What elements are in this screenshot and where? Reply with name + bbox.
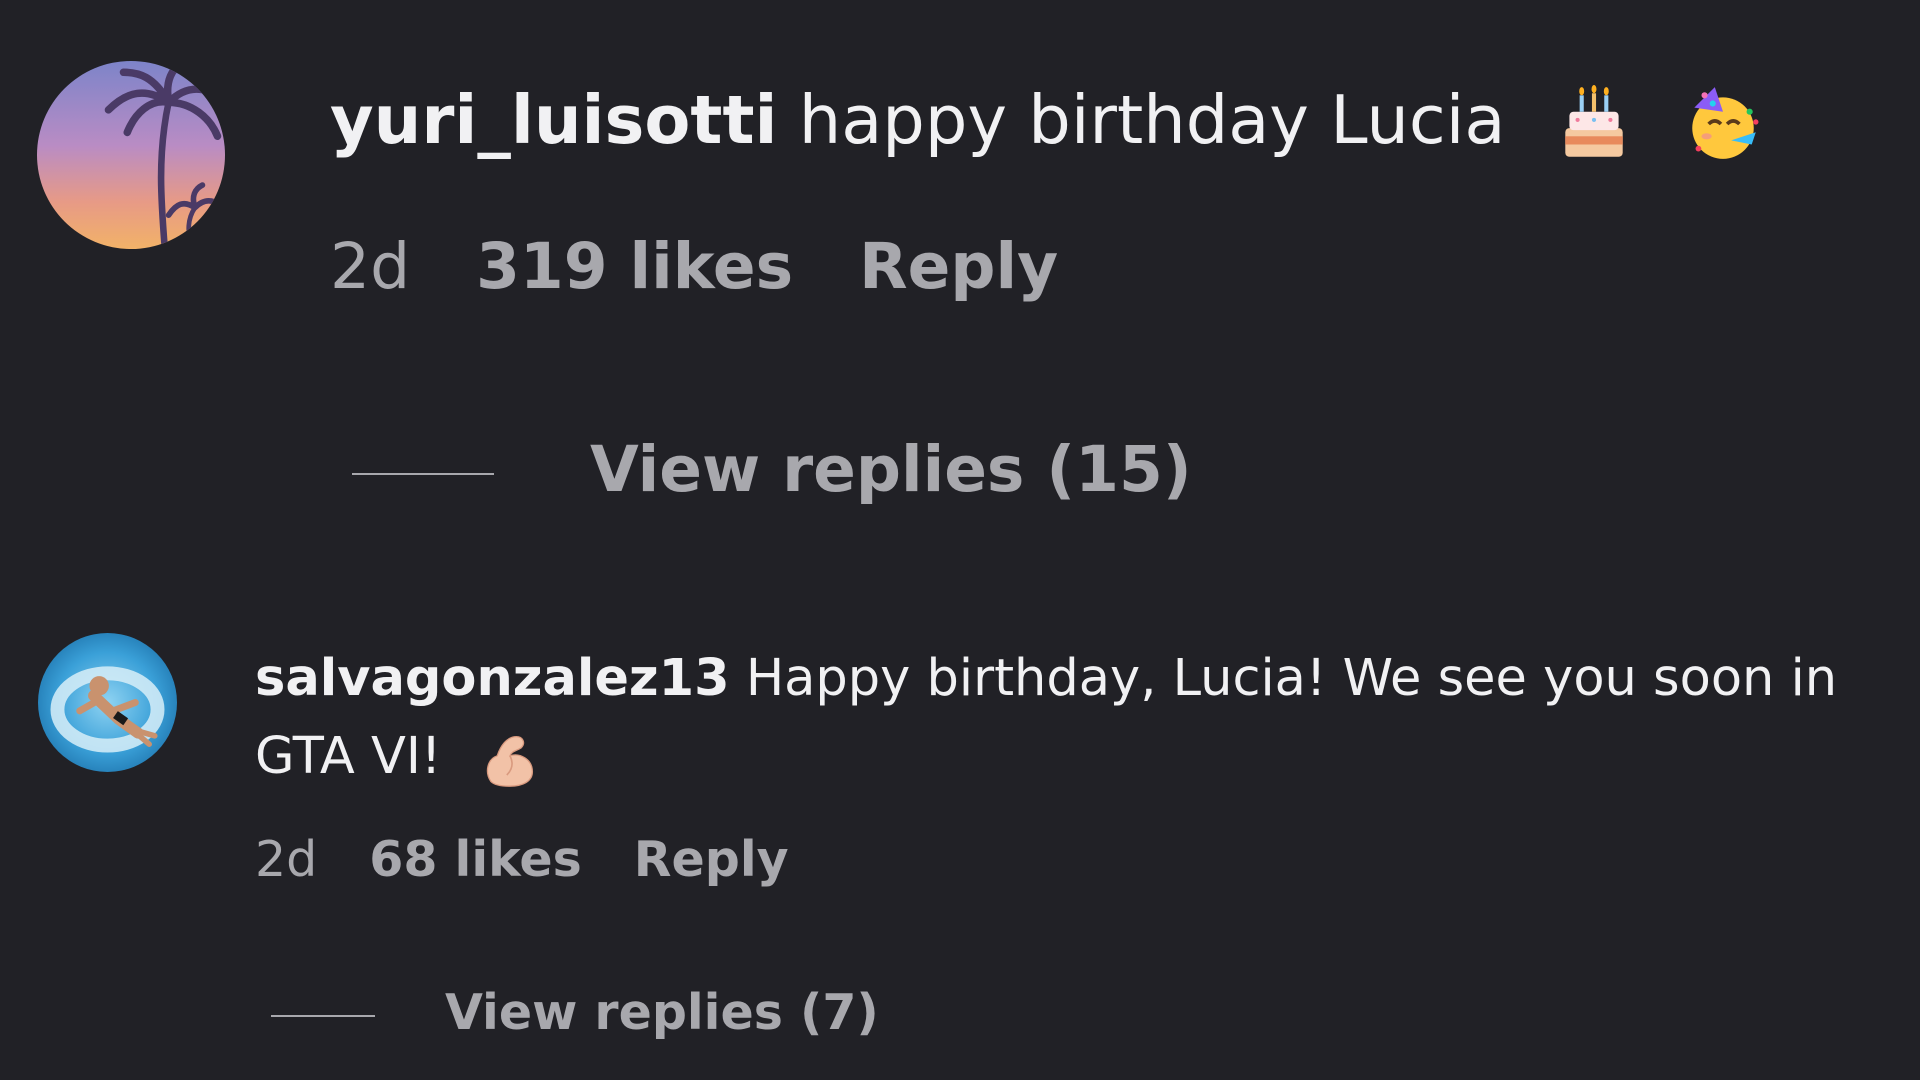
replies-divider bbox=[352, 472, 494, 475]
avatar[interactable] bbox=[37, 61, 225, 249]
comments-panel: yuri_luisotti happy birthday Lucia 2d 31… bbox=[0, 0, 1920, 1080]
view-replies-label: View replies (15) bbox=[590, 433, 1192, 506]
comment-likes[interactable]: 319 likes bbox=[476, 225, 793, 309]
view-replies-button[interactable]: View replies (7) bbox=[271, 978, 879, 1048]
comment-likes[interactable]: 68 likes bbox=[369, 825, 582, 895]
comment-time: 2d bbox=[255, 831, 318, 888]
birthday-cake-icon bbox=[1553, 83, 1635, 165]
comment-text: salvagonzalez13 Happy birthday, Lucia! W… bbox=[255, 640, 1895, 796]
comment-username[interactable]: yuri_luisotti bbox=[330, 81, 777, 159]
comment-meta: 2d 319 likes Reply bbox=[330, 225, 1058, 309]
reply-button[interactable]: Reply bbox=[859, 225, 1058, 309]
pool-float-avatar-image bbox=[38, 633, 177, 772]
comment-username[interactable]: salvagonzalez13 bbox=[255, 649, 730, 708]
comment-text: yuri_luisotti happy birthday Lucia bbox=[330, 72, 1764, 168]
partying-face-icon bbox=[1682, 83, 1764, 165]
comment-body: happy birthday Lucia bbox=[798, 81, 1506, 159]
view-replies-label: View replies (7) bbox=[445, 984, 879, 1041]
palm-sunset-avatar-image bbox=[37, 61, 225, 249]
comment-time: 2d bbox=[330, 230, 411, 303]
comment-meta: 2d 68 likes Reply bbox=[255, 825, 789, 895]
reply-button[interactable]: Reply bbox=[634, 825, 789, 895]
flexed-biceps-icon bbox=[478, 727, 542, 791]
view-replies-button[interactable]: View replies (15) bbox=[352, 428, 1192, 512]
avatar[interactable] bbox=[38, 633, 177, 772]
replies-divider bbox=[271, 1014, 375, 1017]
